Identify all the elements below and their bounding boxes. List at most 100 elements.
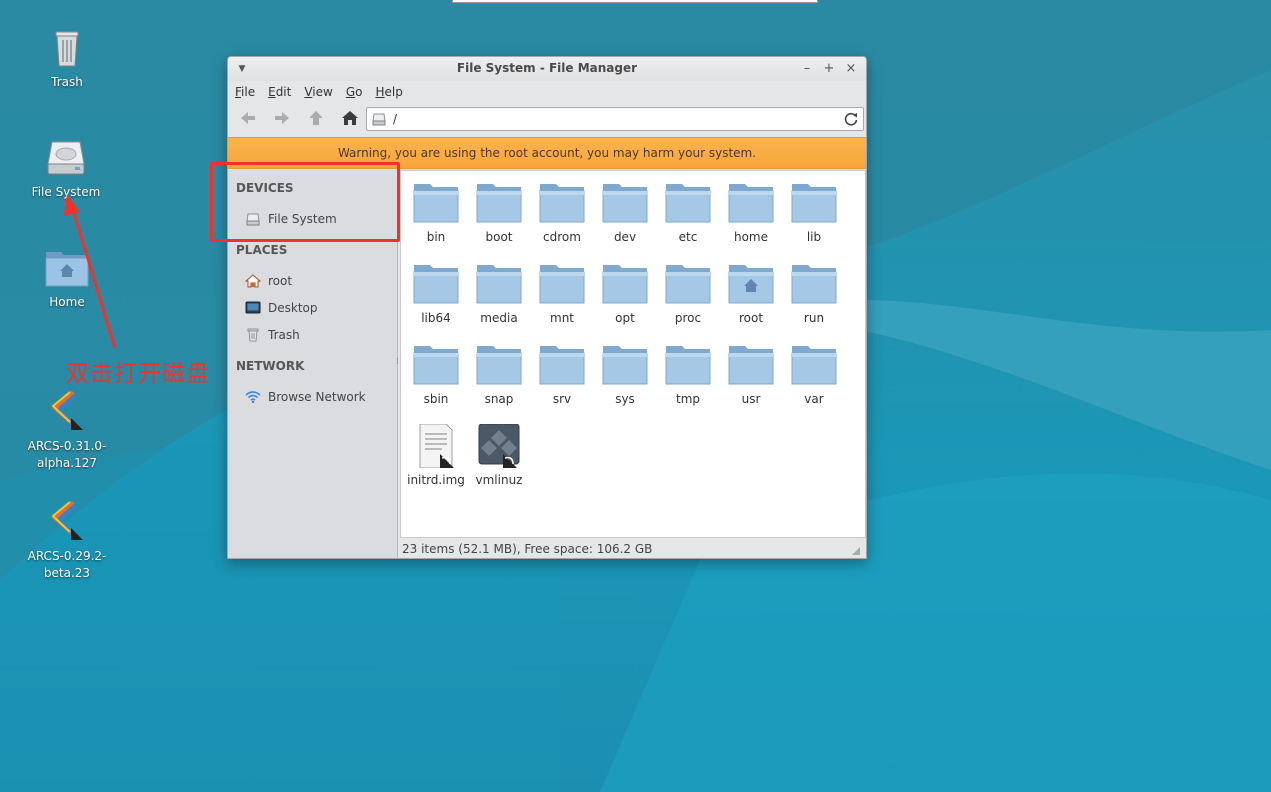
folder-icon bbox=[601, 343, 649, 387]
sidebar-item-trash[interactable]: Trash bbox=[244, 325, 300, 345]
sidebar-item-desktop[interactable]: Desktop bbox=[244, 298, 318, 318]
file-item-media[interactable]: media bbox=[470, 262, 528, 325]
file-view: bin boot cdrom dev etc home lib lib64 me… bbox=[400, 170, 866, 538]
desktop-icon-file-system[interactable]: File System bbox=[24, 134, 108, 201]
folder-icon bbox=[601, 181, 649, 225]
file-item-label: opt bbox=[615, 311, 635, 325]
sidebar-item-label: Browse Network bbox=[268, 390, 366, 404]
file-item-home[interactable]: home bbox=[722, 181, 780, 244]
desktop-icon-arcs-0-29[interactable]: ARCS-0.29.2- beta.23 bbox=[25, 464, 109, 599]
window-title: File System - File Manager bbox=[456, 61, 638, 75]
file-item-run[interactable]: run bbox=[785, 262, 843, 325]
menu-file[interactable]: File bbox=[235, 85, 262, 99]
location-path[interactable]: / bbox=[393, 112, 397, 126]
file-item-tmp[interactable]: tmp bbox=[659, 343, 717, 406]
file-item-label: initrd.img bbox=[407, 473, 465, 487]
file-item-label: bin bbox=[426, 230, 446, 244]
desktop-icon-label: File System bbox=[31, 185, 101, 199]
sidebar-item-label: root bbox=[268, 274, 293, 288]
file-manager-window: ▼ File System - File Manager – + × File … bbox=[227, 56, 867, 559]
file-item-boot[interactable]: boot bbox=[470, 181, 528, 244]
file-item-var[interactable]: var bbox=[785, 343, 843, 406]
file-item-label: lib64 bbox=[421, 311, 451, 325]
folder-icon bbox=[664, 343, 712, 387]
parent-folder-button[interactable] bbox=[302, 106, 330, 130]
menu-go[interactable]: Go bbox=[346, 85, 370, 99]
file-item-label: tmp bbox=[675, 392, 700, 406]
forward-button[interactable] bbox=[268, 106, 296, 130]
file-item-vmlinuz[interactable]: vmlinuz bbox=[470, 424, 528, 487]
menu-help[interactable]: Help bbox=[375, 85, 409, 99]
file-item-sys[interactable]: sys bbox=[596, 343, 654, 406]
folder-icon bbox=[412, 181, 460, 225]
file-item-label: run bbox=[803, 311, 825, 325]
file-item-opt[interactable]: opt bbox=[596, 262, 654, 325]
file-item-mnt[interactable]: mnt bbox=[533, 262, 591, 325]
file-item-label: srv bbox=[552, 392, 572, 406]
file-item-label: lib bbox=[806, 230, 822, 244]
location-bar[interactable]: / bbox=[366, 107, 864, 131]
file-item-proc[interactable]: proc bbox=[659, 262, 717, 325]
arrow-right-icon bbox=[275, 112, 289, 124]
annotation-highlight-box bbox=[210, 162, 400, 242]
file-item-snap[interactable]: snap bbox=[470, 343, 528, 406]
menu-edit[interactable]: Edit bbox=[268, 85, 298, 99]
file-item-lib64[interactable]: lib64 bbox=[407, 262, 465, 325]
file-item-root[interactable]: root bbox=[722, 262, 780, 325]
file-item-label: root bbox=[738, 311, 764, 325]
toolbar: / bbox=[228, 103, 866, 133]
file-item-label: boot bbox=[485, 230, 513, 244]
arrow-up-icon bbox=[309, 111, 323, 125]
home-icon bbox=[244, 273, 262, 289]
sidebar-item-label: Trash bbox=[268, 328, 300, 342]
file-item-usr[interactable]: usr bbox=[722, 343, 780, 406]
file-item-label: media bbox=[480, 311, 518, 325]
status-text: 23 items (52.1 MB), Free space: 106.2 GB bbox=[402, 542, 653, 556]
arcs-app-icon bbox=[43, 481, 91, 540]
folder-icon bbox=[475, 181, 523, 225]
sidebar-item-root[interactable]: root bbox=[244, 271, 292, 291]
file-item-cdrom[interactable]: cdrom bbox=[533, 181, 591, 244]
network-heading: NETWORK bbox=[236, 359, 305, 373]
menu-view[interactable]: View bbox=[304, 85, 339, 99]
wifi-icon bbox=[244, 389, 262, 405]
desktop-icon-trash[interactable]: Trash bbox=[25, 24, 109, 91]
file-item-label: mnt bbox=[550, 311, 574, 325]
folder-icon bbox=[664, 262, 712, 306]
status-bar: 23 items (52.1 MB), Free space: 106.2 GB bbox=[400, 539, 866, 558]
file-item-label: proc bbox=[674, 311, 702, 325]
folder-icon bbox=[475, 343, 523, 387]
file-item-lib[interactable]: lib bbox=[785, 181, 843, 244]
folder-icon bbox=[538, 343, 586, 387]
annotation-text: 双击打开磁盘 bbox=[66, 361, 210, 387]
folder-icon bbox=[538, 181, 586, 225]
folder-icon bbox=[727, 181, 775, 225]
file-item-label: home bbox=[733, 230, 769, 244]
back-button[interactable] bbox=[234, 106, 262, 130]
resize-grip-icon[interactable] bbox=[852, 547, 860, 555]
desktop-icon-home[interactable]: Home bbox=[25, 244, 109, 311]
file-item-etc[interactable]: etc bbox=[659, 181, 717, 244]
maximize-button[interactable]: + bbox=[820, 60, 838, 78]
sidebar-item-browse-network[interactable]: Browse Network bbox=[244, 387, 366, 407]
file-item-srv[interactable]: srv bbox=[533, 343, 591, 406]
desktop-icon bbox=[244, 300, 262, 316]
file-item-sbin[interactable]: sbin bbox=[407, 343, 465, 406]
home-button[interactable] bbox=[336, 106, 364, 130]
title-bar[interactable]: ▼ File System - File Manager – + × bbox=[228, 57, 866, 81]
folder-icon bbox=[412, 262, 460, 306]
file-item-initrd-img[interactable]: initrd.img bbox=[407, 424, 465, 487]
file-item-label: cdrom bbox=[543, 230, 581, 244]
folder-icon bbox=[538, 262, 586, 306]
close-button[interactable]: × bbox=[842, 60, 860, 78]
file-item-bin[interactable]: bin bbox=[407, 181, 465, 244]
folder-icon bbox=[601, 262, 649, 306]
reload-icon[interactable] bbox=[843, 111, 859, 127]
minimize-button[interactable]: – bbox=[798, 60, 816, 78]
file-item-label: sbin bbox=[423, 392, 449, 406]
pane-splitter-handle[interactable]: ⁞ bbox=[396, 357, 399, 367]
file-item-label: etc bbox=[678, 230, 698, 244]
home-folder-icon bbox=[727, 262, 775, 306]
document-symlink-icon bbox=[412, 424, 460, 468]
file-item-dev[interactable]: dev bbox=[596, 181, 654, 244]
